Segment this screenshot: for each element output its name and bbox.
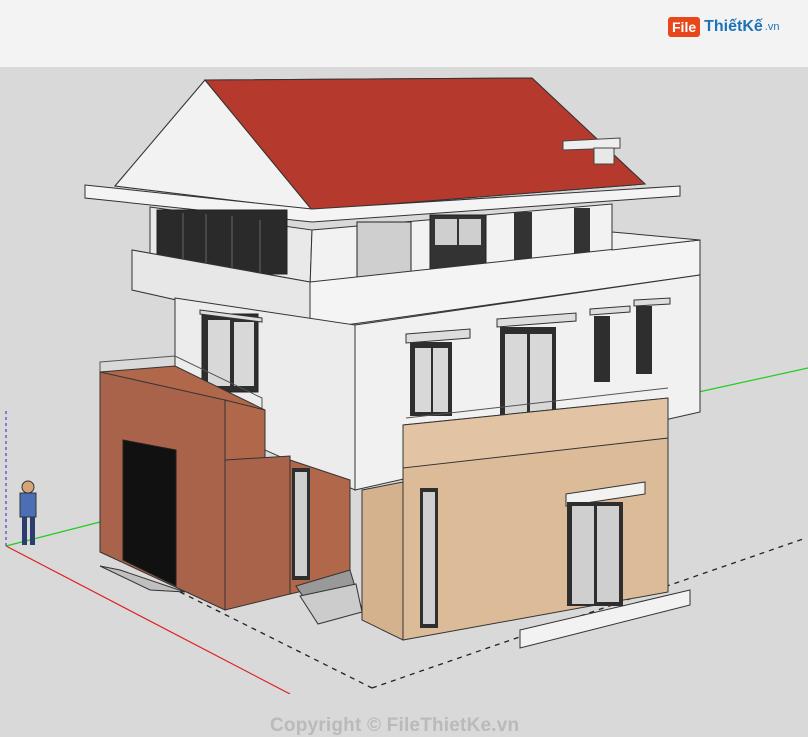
copyright-watermark: Copyright © FileThietKe.vn [270,715,520,736]
green-axis [5,521,101,547]
filethietke-logo[interactable]: File ThiếtKế .vn [668,14,779,40]
green-axis-right [693,367,808,394]
model-viewport[interactable]: Copyright © FileThietKe.vn [0,67,808,736]
house-3d-model [5,77,808,694]
roof [84,77,681,223]
scale-figure-person [19,480,37,545]
header-bar: File ThiếtKế .vn [0,0,808,67]
logo-tld-text: .vn [764,21,780,33]
logo-brand-text: ThiếtKế [704,18,763,35]
logo-file-badge: File [668,17,701,37]
